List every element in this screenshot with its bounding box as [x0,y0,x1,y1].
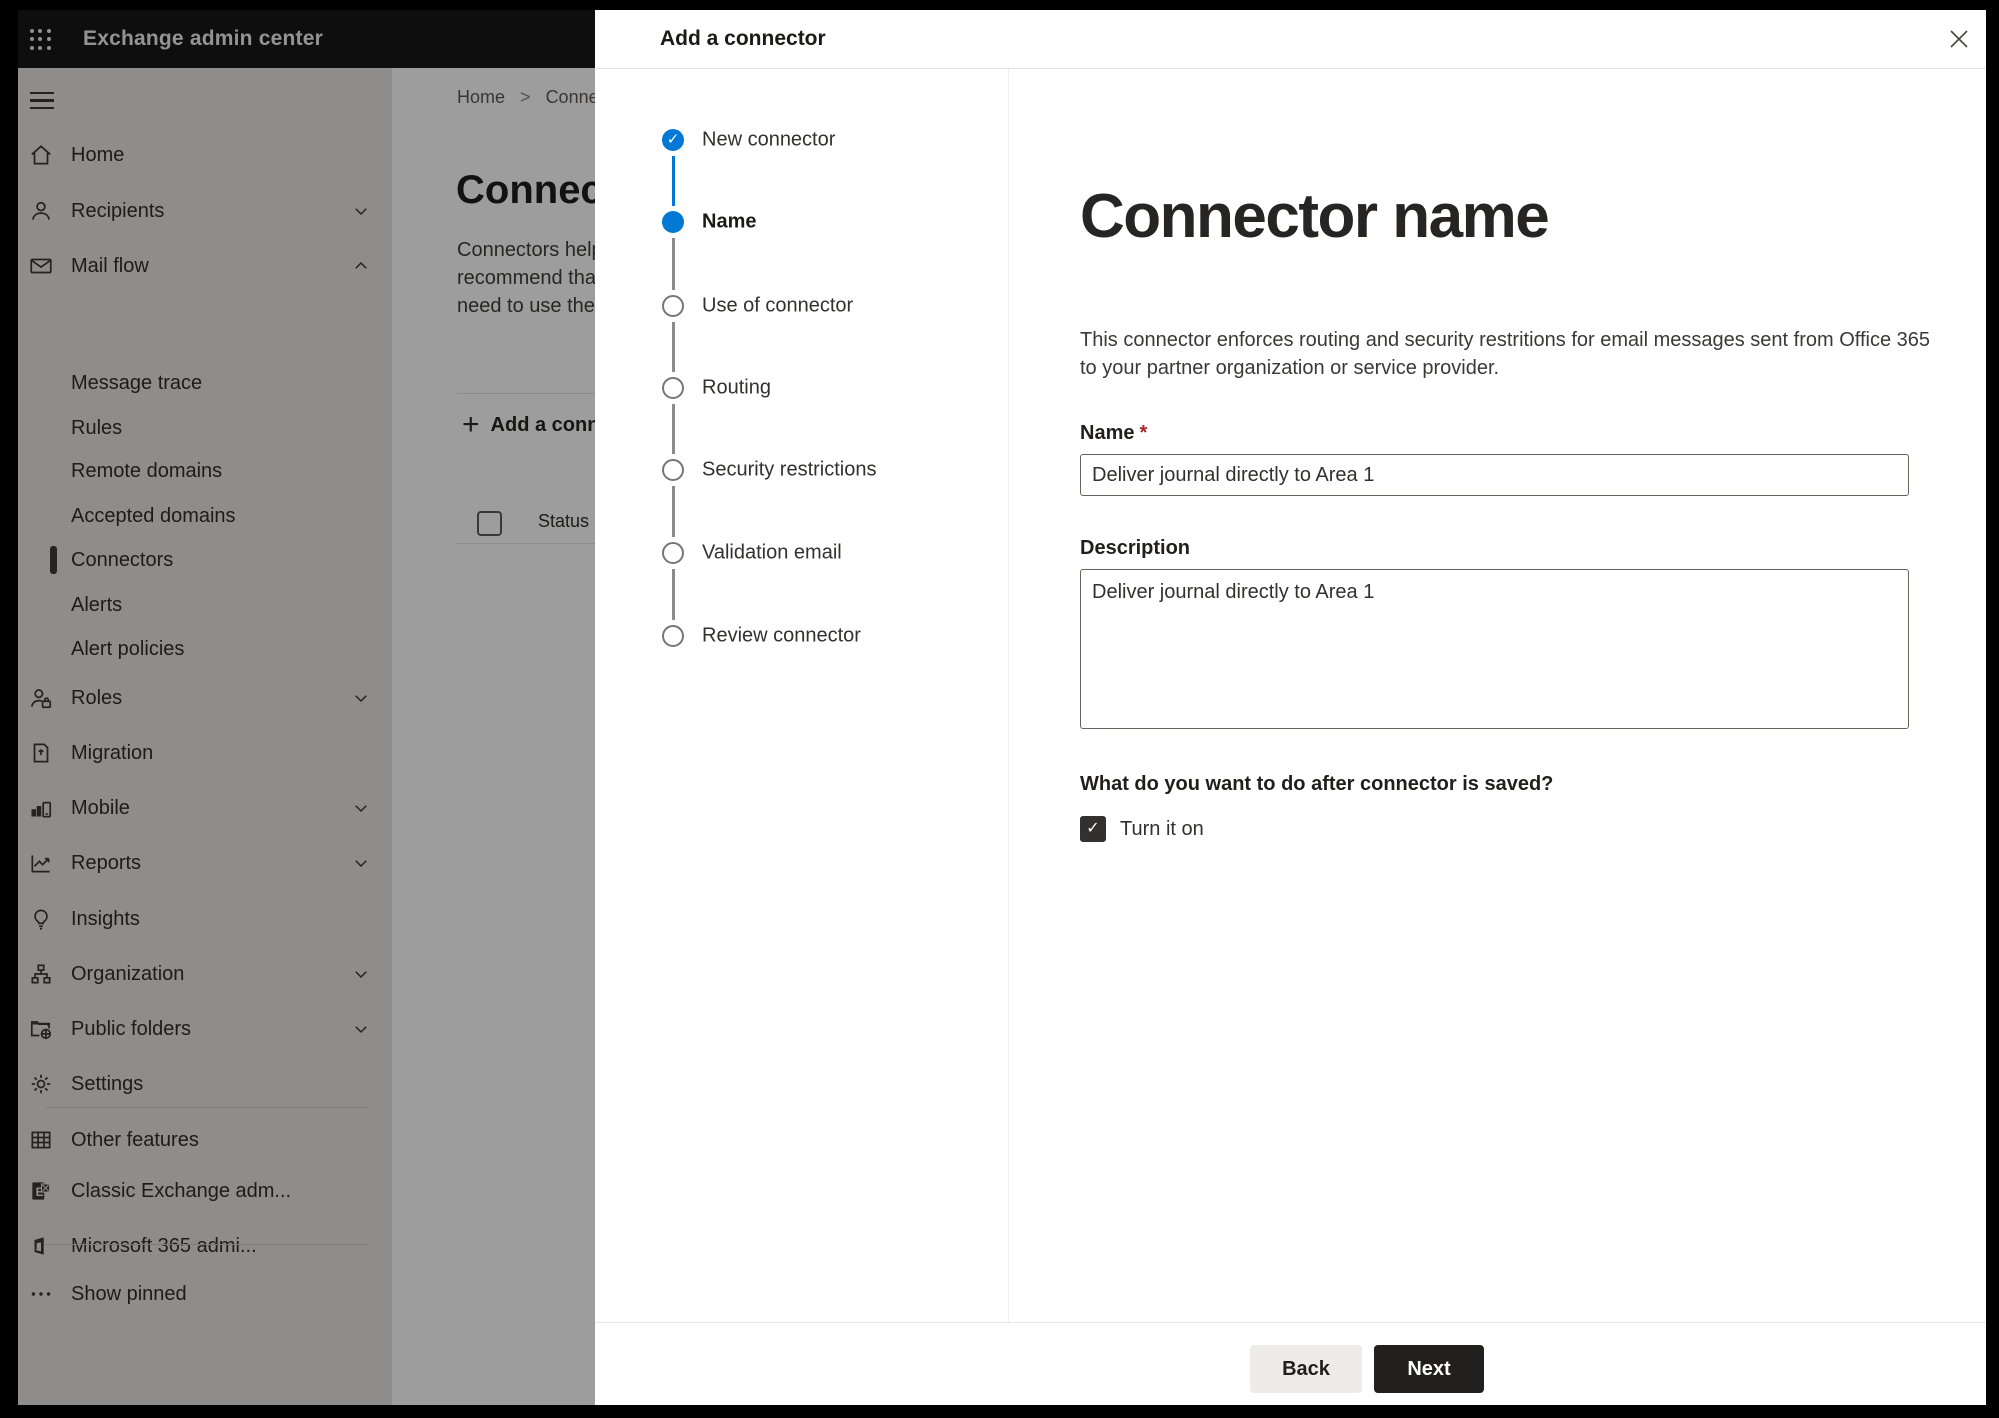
screenshot-canvas: Exchange admin center Home Recipients Ma… [0,0,1999,1418]
step-connector-line [672,156,675,206]
step-todo-icon [662,625,684,647]
step-connector-line [672,322,675,372]
step-todo-icon [662,542,684,564]
wizard-step-routing[interactable]: Routing [595,376,1008,400]
footer-divider [595,1322,1986,1323]
step-connector-line [672,404,675,454]
wizard-step-security-restrictions[interactable]: Security restrictions [595,458,1008,482]
close-icon[interactable] [1945,25,1973,53]
step-connector-line [672,569,675,620]
step-todo-icon [662,459,684,481]
turn-it-on-label: Turn it on [1120,817,1204,840]
wizard-steps: ✓ New connector Name Use of connector Ro… [595,69,1009,1322]
step-heading: Connector name [1080,182,1550,251]
name-field-label: Name * [1080,422,1148,444]
step-connector-line [672,486,675,537]
step-done-icon: ✓ [662,129,684,151]
wizard-step-validation-email[interactable]: Validation email [595,541,1008,565]
name-input[interactable] [1080,454,1909,496]
step-current-icon [662,211,684,233]
step-description-line: This connector enforces routing and secu… [1080,329,1931,351]
required-asterisk: * [1139,422,1148,444]
step-connector-line [672,238,675,290]
wizard-step-new-connector[interactable]: ✓ New connector [595,128,1008,152]
description-field-label: Description [1080,537,1191,559]
dialog-header: Add a connector [595,10,1986,69]
dialog-title: Add a connector [660,27,826,50]
step-description-line: to your partner organization or service … [1080,357,1500,379]
wizard-step-name[interactable]: Name [595,210,1008,234]
turn-it-on-option[interactable]: ✓ Turn it on [1080,816,1204,842]
add-connector-dialog: Add a connector ✓ New connector Name Use… [595,10,1986,1405]
dialog-content: Connector name This connector enforces r… [1009,69,1986,1322]
step-todo-icon [662,377,684,399]
next-button[interactable]: Next [1374,1345,1484,1393]
wizard-step-use-of-connector[interactable]: Use of connector [595,294,1008,318]
back-button[interactable]: Back [1250,1345,1362,1393]
step-todo-icon [662,295,684,317]
checkmark-icon: ✓ [1086,820,1100,837]
description-textarea[interactable]: Deliver journal directly to Area 1 [1080,569,1909,729]
step-description: This connector enforces routing and secu… [1080,326,1930,382]
wizard-step-review-connector[interactable]: Review connector [595,624,1008,648]
turn-it-on-checkbox[interactable]: ✓ [1080,816,1106,842]
after-save-question: What do you want to do after connector i… [1080,773,1554,795]
